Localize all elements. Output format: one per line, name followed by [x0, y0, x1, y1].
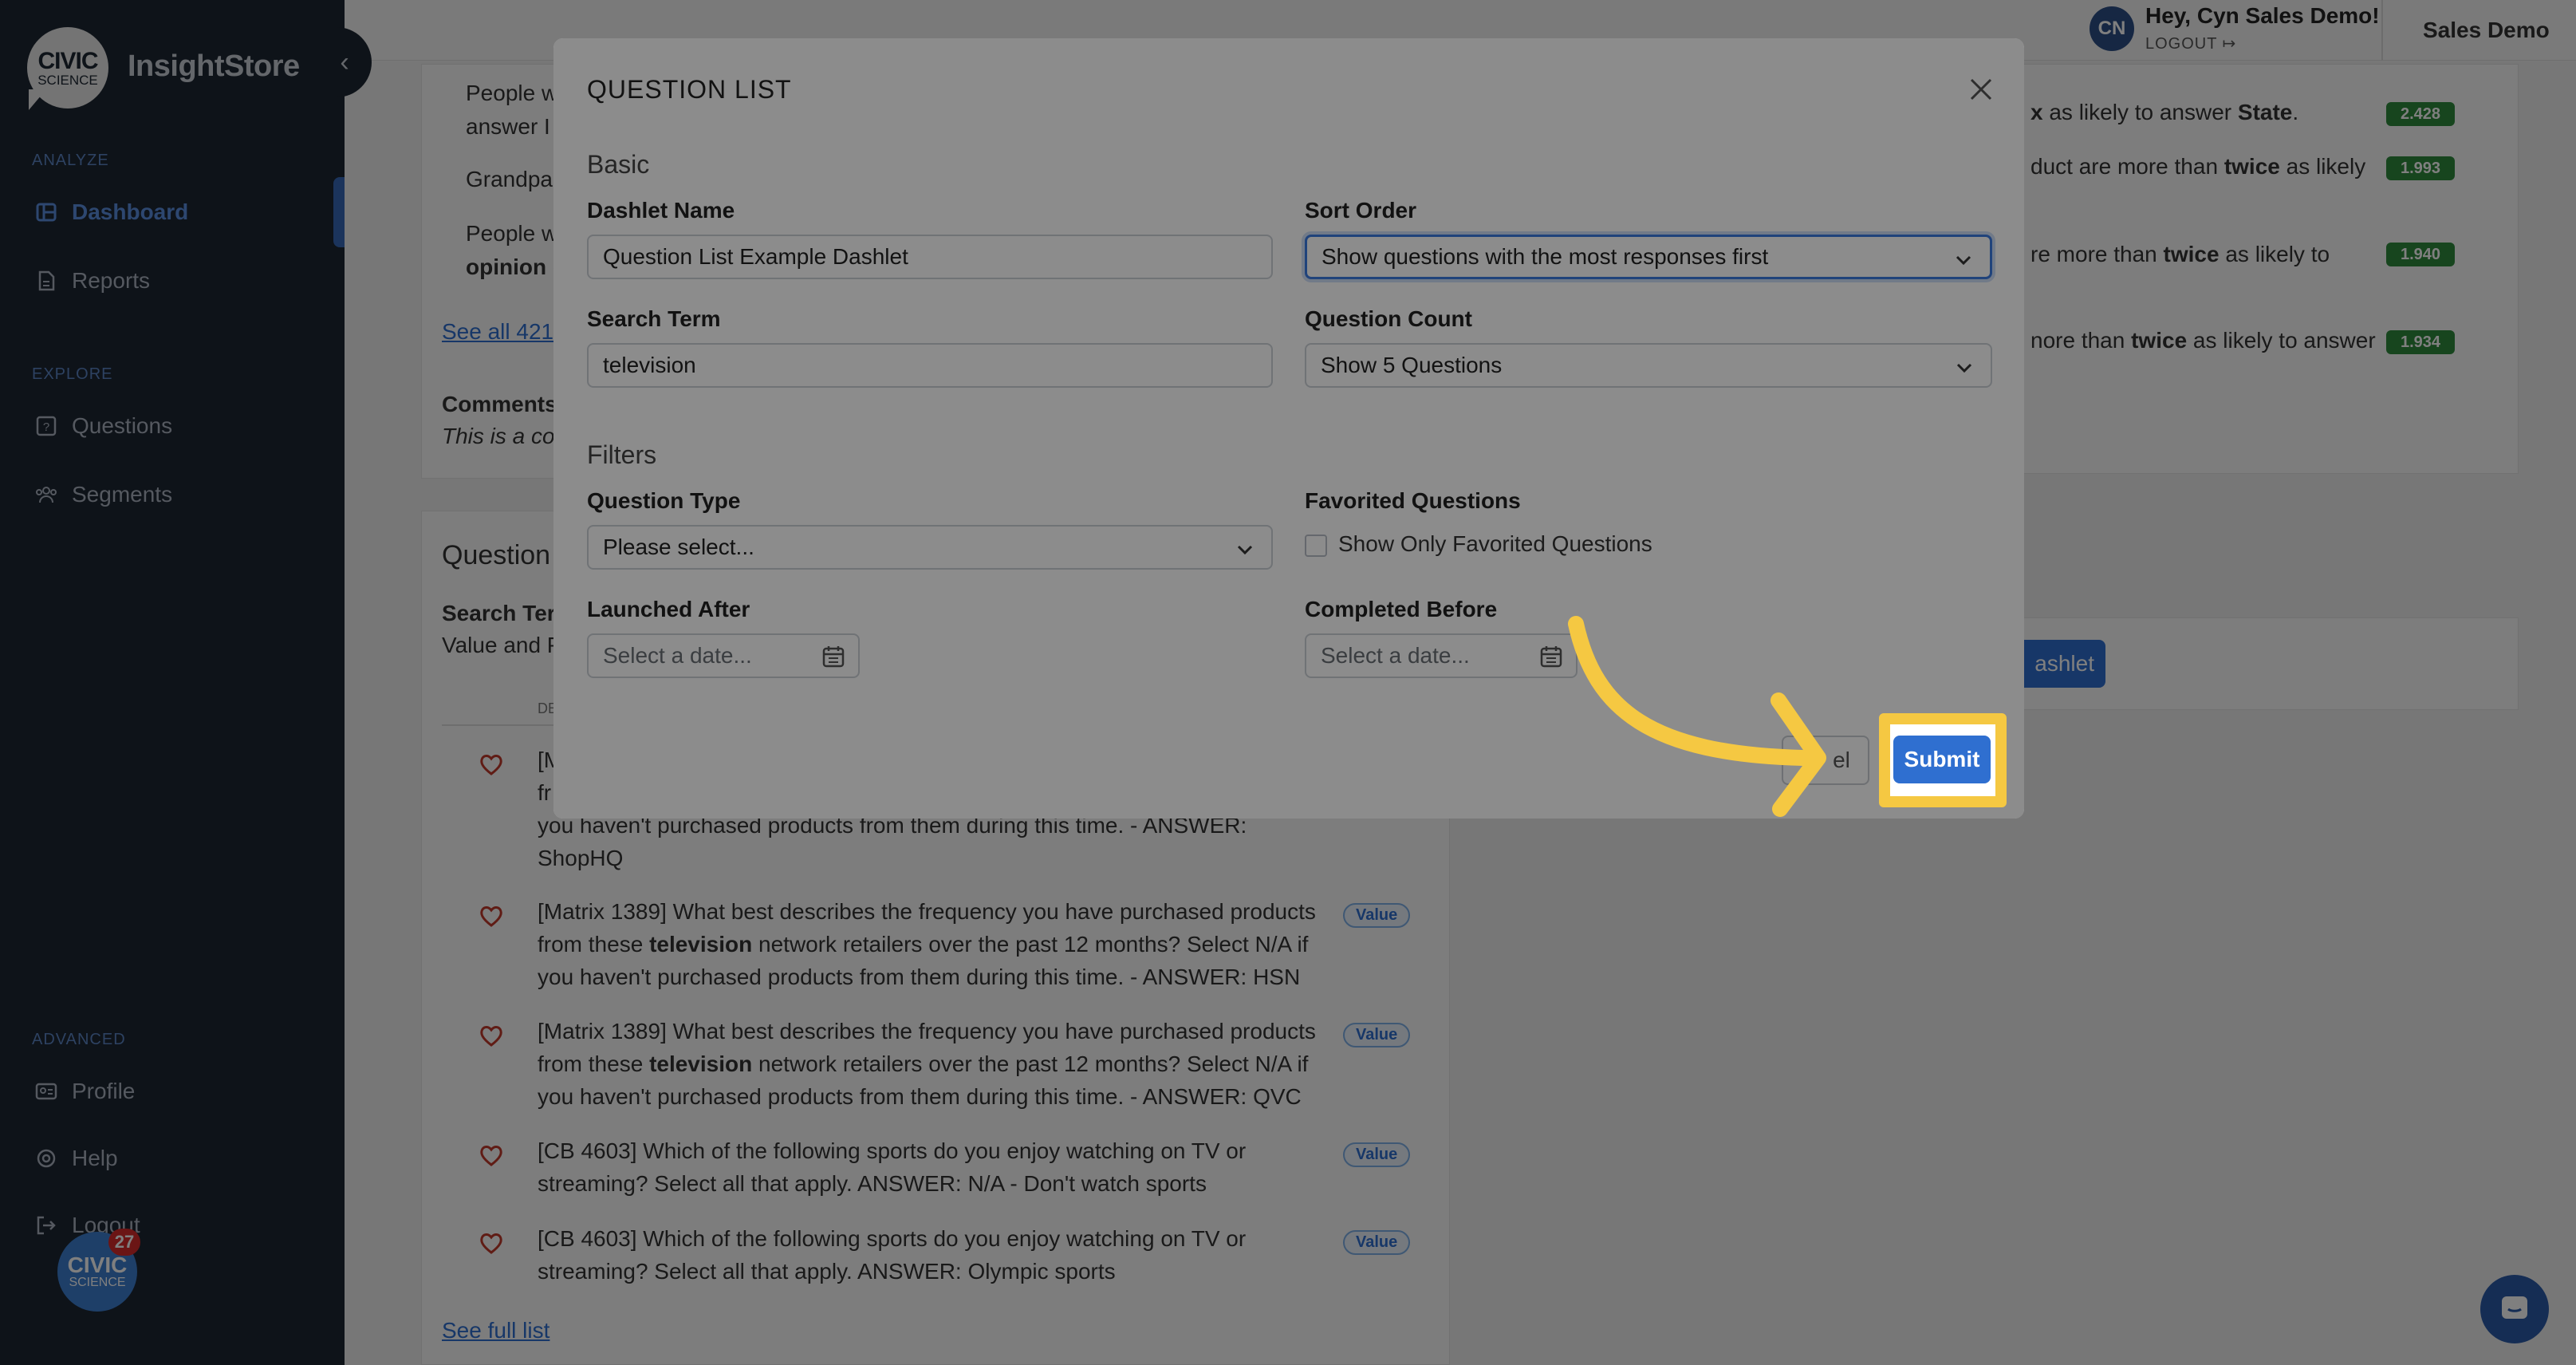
tutorial-arrow-icon	[1568, 616, 1826, 817]
submit-button[interactable]: Submit	[1893, 736, 1991, 783]
